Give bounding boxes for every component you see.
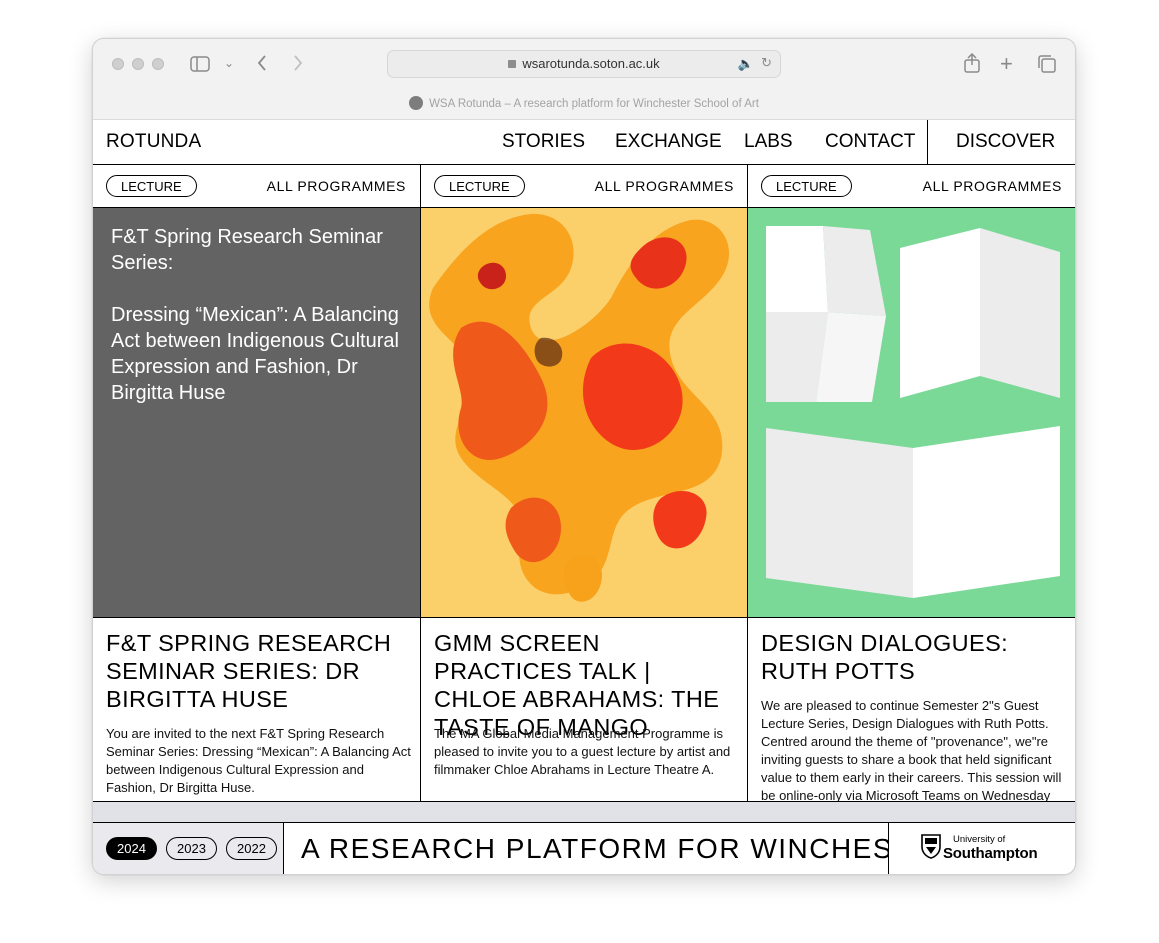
brand-logo[interactable]: ROTUNDA [106,131,201,153]
address-bar[interactable]: wsarotunda.soton.ac.uk 🔈 ↻ [387,50,781,78]
nav-stories[interactable]: STORIES [502,131,585,153]
page-content: ROTUNDA STORIES EXCHANGE LABS CONTACT DI… [93,120,1075,874]
chevron-down-icon[interactable]: ⌄ [224,57,234,69]
nav-contact[interactable]: CONTACT [825,131,915,153]
card-title[interactable]: F&T SPRING RESEARCH SEMINAR SERIES: DR B… [106,629,411,713]
window-controls [112,58,164,70]
minimize-window-button[interactable] [132,58,144,70]
all-programmes-link[interactable]: ALL PROGRAMMES [923,178,1062,194]
favicon-icon [409,96,424,110]
browser-window: ⌄ wsarotunda.soton.ac.uk 🔈 ↻ + WSA Rotun… [92,38,1076,875]
card-description: We are pleased to continue Semester 2"s … [761,698,1062,801]
lecture-tag[interactable]: LECTURE [106,175,197,197]
card-description: The MA Global Media Management Programme… [434,726,731,777]
poster-heading: F&T Spring Research Seminar Series: [111,226,383,274]
nav-exchange[interactable]: EXCHANGE [615,131,722,153]
university-logo[interactable]: University of Southampton [921,833,1061,865]
active-tab[interactable]: WSA Rotunda – A research platform for Wi… [93,96,1075,110]
share-icon[interactable] [963,52,981,76]
lecture-tag[interactable]: LECTURE [761,175,852,197]
crest-icon [921,834,941,859]
zoom-window-button[interactable] [152,58,164,70]
site-nav: ROTUNDA STORIES EXCHANGE LABS CONTACT DI… [93,120,1075,165]
programme-card[interactable]: LECTURE ALL PROGRAMMES DESIGN DIALOGUES:… [747,165,1075,802]
all-programmes-link[interactable]: ALL PROGRAMMES [267,178,406,194]
poster-text: F&T Spring Research Seminar Series: Dres… [111,224,411,432]
year-filter: 2024 2023 2022 [93,823,284,874]
year-2022-button[interactable]: 2022 [226,837,277,860]
event-poster[interactable] [421,208,748,618]
lock-icon [508,60,517,68]
poster-subtitle: Dressing “Mexican”: A Balancing Act betw… [111,304,399,404]
sidebar-icon[interactable] [190,56,210,75]
site-footer: 2024 2023 2022 A RESEARCH PLATFORM FOR W… [93,822,1075,874]
reload-icon[interactable]: ↻ [761,55,772,71]
card-header: LECTURE ALL PROGRAMMES [93,165,420,208]
url-text[interactable]: wsarotunda.soton.ac.uk [388,56,780,71]
new-tab-icon[interactable]: + [1000,53,1013,75]
card-header: LECTURE ALL PROGRAMMES [748,165,1075,208]
lecture-tag[interactable]: LECTURE [434,175,525,197]
nav-discover[interactable]: DISCOVER [927,120,1075,164]
nav-labs[interactable]: LABS [744,131,793,153]
event-poster[interactable]: F&T Spring Research Seminar Series: Dres… [93,208,420,618]
scroll-area[interactable] [93,801,1075,822]
programme-card[interactable]: LECTURE ALL PROGRAMMES GMM SCREEN PRACTI… [420,165,748,802]
forward-icon[interactable] [292,54,304,75]
year-2024-button[interactable]: 2024 [106,837,157,860]
all-programmes-link[interactable]: ALL PROGRAMMES [595,178,734,194]
card-header: LECTURE ALL PROGRAMMES [421,165,748,208]
year-2023-button[interactable]: 2023 [166,837,217,860]
tagline-marquee: A RESEARCH PLATFORM FOR WINCHESTER [284,823,889,874]
close-window-button[interactable] [112,58,124,70]
tabs-overview-icon[interactable] [1037,54,1057,77]
programme-card[interactable]: LECTURE ALL PROGRAMMES F&T Spring Resear… [93,165,420,802]
browser-toolbar: ⌄ wsarotunda.soton.ac.uk 🔈 ↻ + WSA Rotun… [93,39,1075,120]
event-poster[interactable] [748,208,1075,618]
abstract-portrait-artwork [429,213,730,602]
speaker-icon[interactable]: 🔈 [738,56,754,72]
folded-paper-artwork [766,226,1060,598]
card-title[interactable]: DESIGN DIALOGUES: RUTH POTTS [761,629,1066,685]
card-description: You are invited to the next F&T Spring R… [106,726,411,795]
back-icon[interactable] [256,54,268,75]
